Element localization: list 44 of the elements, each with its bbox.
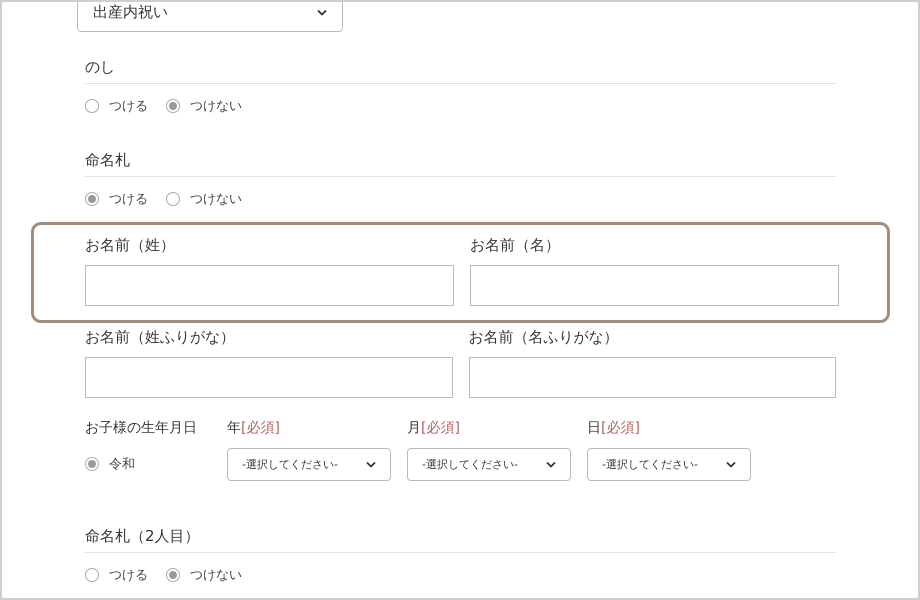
radio-button[interactable]: [85, 457, 99, 471]
radio-option[interactable]: つける: [85, 566, 148, 584]
input-field[interactable]: [470, 265, 839, 306]
radio-option[interactable]: つける: [85, 190, 148, 208]
field-label: お名前（名）: [470, 236, 561, 255]
radio-label: 令和: [109, 456, 135, 473]
caret-icon: [317, 8, 327, 16]
caret-icon: [366, 461, 376, 468]
radio-option[interactable]: つける: [85, 97, 148, 115]
radio-button[interactable]: [85, 99, 99, 113]
field-label: お名前（姓）: [85, 236, 176, 255]
radio-button[interactable]: [85, 192, 99, 206]
radio-button[interactable]: [166, 192, 180, 206]
radio-label: つける: [109, 98, 148, 115]
radio-option[interactable]: つけない: [166, 97, 242, 115]
radio-label: つけない: [190, 567, 242, 584]
section-heading: 命名札: [85, 151, 836, 177]
section-heading: 命名札（2人目）: [85, 527, 836, 553]
field-label: お名前（名ふりがな）: [468, 328, 620, 347]
field-label: お名前（姓ふりがな）: [85, 328, 236, 347]
caret-icon: [546, 461, 556, 468]
radio-label: つけない: [190, 191, 242, 208]
radio-option[interactable]: つけない: [166, 190, 242, 208]
radio-button[interactable]: [166, 568, 180, 582]
radio-label: つける: [109, 191, 148, 208]
field-label: 年[必須]: [227, 419, 281, 437]
caret-icon: [726, 461, 736, 468]
field-label: 日[必須]: [587, 419, 641, 437]
radio-label: つけない: [190, 98, 242, 115]
radio-label: つける: [109, 567, 148, 584]
radio-option[interactable]: つけない: [166, 566, 242, 584]
radio-button[interactable]: [166, 99, 180, 113]
field-label: お子様の生年月日: [85, 419, 198, 437]
input-field[interactable]: [85, 265, 454, 306]
date-select[interactable]: -選択してください-: [407, 448, 571, 481]
input-field[interactable]: [85, 357, 452, 398]
date-select[interactable]: -選択してください-: [227, 448, 391, 481]
date-select[interactable]: -選択してください-: [587, 448, 751, 481]
field-label: 月[必須]: [407, 419, 461, 437]
radio-button[interactable]: [85, 568, 99, 582]
radio-option[interactable]: 令和: [85, 455, 227, 473]
input-field[interactable]: [468, 357, 836, 398]
section-heading: のし: [85, 58, 836, 84]
occasion-select[interactable]: 出産内祝い: [77, 2, 343, 32]
